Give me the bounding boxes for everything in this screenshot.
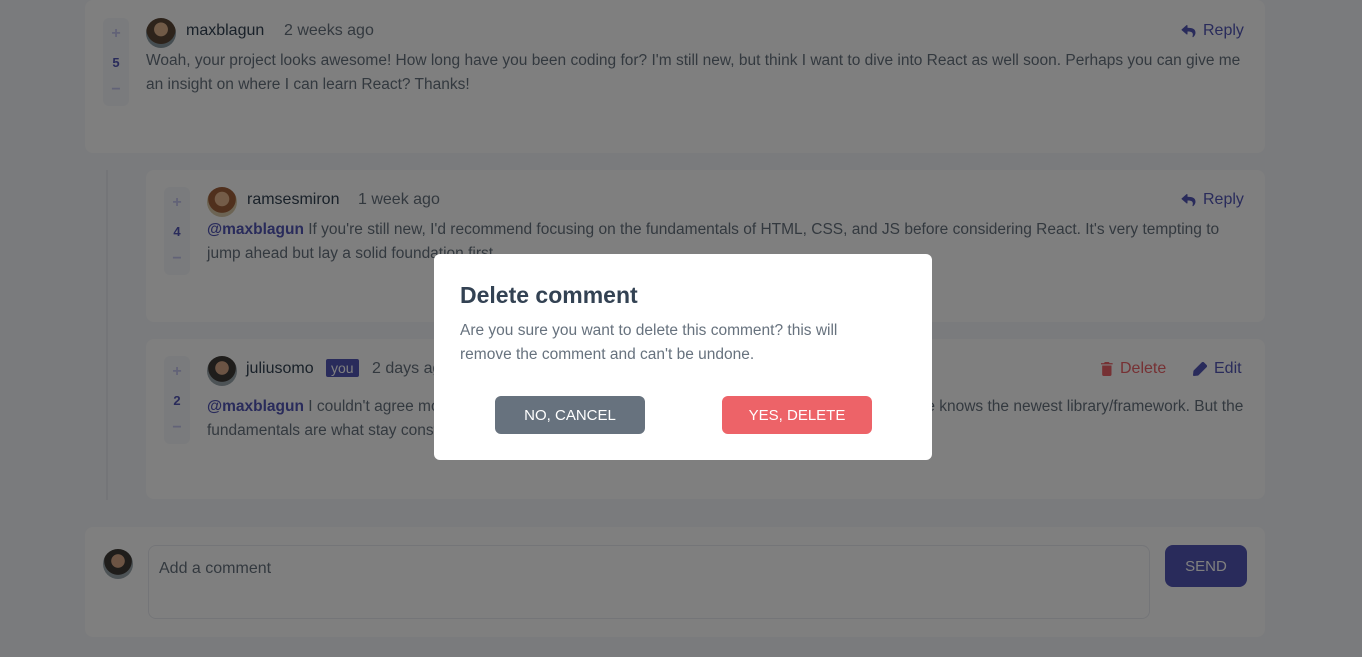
dialog-message: Are you sure you want to delete this com… [460, 322, 838, 363]
delete-dialog: Delete comment Are you sure you want to … [434, 254, 932, 460]
cancel-button[interactable]: NO, CANCEL [495, 396, 645, 434]
dialog-title: Delete comment [460, 282, 638, 308]
confirm-delete-button[interactable]: YES, DELETE [722, 396, 872, 434]
